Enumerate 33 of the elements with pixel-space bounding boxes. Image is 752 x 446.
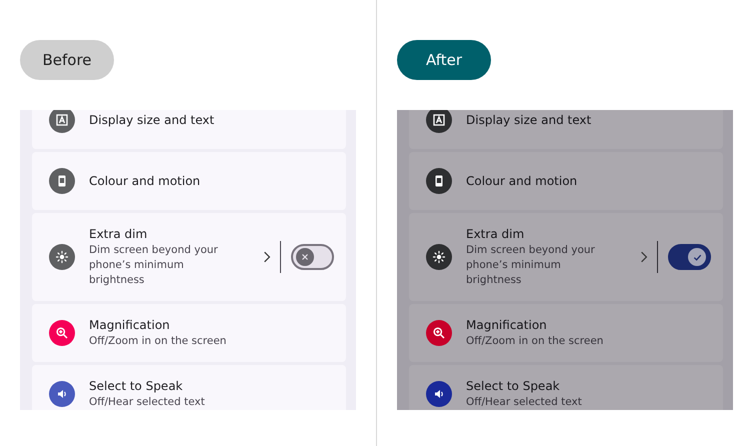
item-summary: Off/Hear selected text [89,395,206,410]
item-title: Select to Speak [466,378,561,395]
settings-item[interactable]: Magnification Off/Zoom in on the screen [32,304,346,362]
item-summary: Dim screen beyond your phone’s minimum brightness [89,243,219,288]
item-title: Display size and text [89,112,216,128]
chevron-icon [640,250,648,264]
close-icon [300,252,310,262]
settings-item[interactable]: Colour and motion [32,152,346,210]
settings-item[interactable]: Display size and text [409,110,723,149]
item-title: Colour and motion [466,172,578,190]
item-summary: Off/Zoom in on the screen [466,334,604,349]
item-title: Magnification [89,317,171,334]
settings-item[interactable]: Colour and motion [409,152,723,210]
settings-item[interactable]: Select to Speak Off/Hear selected text [409,365,723,410]
item-summary: Off/Hear selected text [466,395,583,410]
settings-item[interactable]: Magnification Off/Zoom in on the screen [409,304,723,362]
item-title: Select to Speak [89,378,184,395]
toggle-switch[interactable] [291,244,334,270]
state-label: Before [20,40,114,80]
item-summary: Off/Zoom in on the screen [89,334,228,349]
item-title: Display size and text [466,112,592,128]
item-title: Extra dim [466,226,526,243]
state-label: After [397,40,491,80]
item-title: Extra dim [89,226,148,243]
settings-item[interactable]: Display size and text [32,110,346,149]
settings-item[interactable]: Extra dim Dim screen beyond your phone’s minimum brightness [409,213,723,301]
settings-item[interactable]: Extra dim Dim screen beyond your phone’s minimum brightness [32,213,346,301]
settings-item[interactable]: Select to Speak Off/Hear selected text [32,365,346,410]
item-title: Colour and motion [89,172,202,190]
chevron-icon [263,250,271,264]
item-title: Magnification [466,317,548,334]
item-summary: Dim screen beyond your phone’s minimum brightness [466,243,596,288]
toggle-switch[interactable] [668,244,711,270]
